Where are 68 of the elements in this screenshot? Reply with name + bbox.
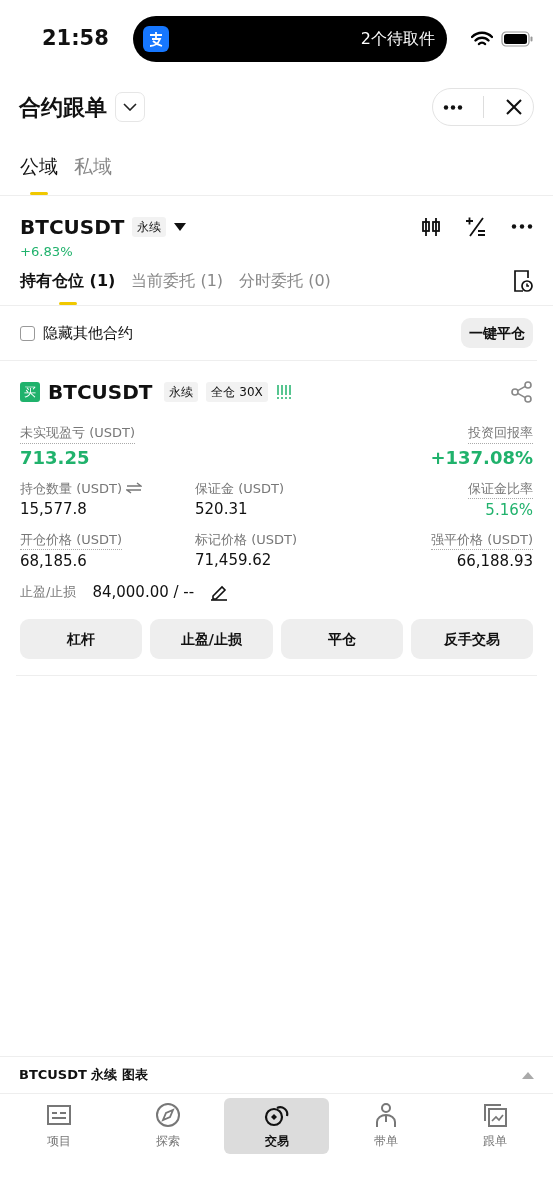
field-label: 持仓数量 (USDT) [20, 479, 122, 498]
field-label: 强平价格 (USDT) [431, 529, 533, 551]
field-value: 15,577.8 [20, 499, 87, 521]
nav-tab[interactable]: 跟单 [442, 1098, 547, 1154]
order-history-icon[interactable] [513, 270, 533, 293]
contract-tag: 永续 [164, 382, 199, 403]
field-label: 未实现盈亏 (USDT) [20, 423, 135, 444]
position-tab[interactable]: 持有仓位 (1) [20, 265, 116, 306]
close-button[interactable] [504, 98, 523, 116]
field-value: 68,185.6 [20, 551, 87, 573]
nav-tab[interactable]: 探索 [115, 1098, 220, 1154]
swap-icon[interactable] [126, 482, 142, 495]
app-glyph-icon [147, 31, 164, 47]
close-icon [504, 98, 523, 116]
symbol-name: BTCUSDT [48, 379, 153, 407]
position-tab[interactable]: 分时委托 (0) [239, 265, 331, 306]
field-label: 投资回报率 [468, 423, 533, 444]
symbol-name: BTCUSDT [20, 213, 125, 241]
action-button[interactable]: 反手交易 [410, 619, 533, 660]
adl-indicator-icon [275, 385, 292, 400]
domain-tab[interactable]: 私域 [74, 144, 112, 195]
field-value: 5.16% [485, 500, 533, 522]
page-title: 合约跟单 [19, 93, 107, 122]
price-change: +6.83% [20, 242, 74, 261]
field-label: 保证金比率 [468, 478, 533, 500]
action-button[interactable]: 杠杆 [20, 619, 143, 660]
list-icon [45, 1102, 72, 1128]
share-icon[interactable] [511, 381, 533, 404]
field-value: 66,188.93 [456, 551, 533, 573]
chart-icon [481, 1102, 508, 1128]
more-button[interactable] [443, 104, 464, 110]
status-time: 21:58 [42, 25, 109, 53]
calculator-icon[interactable] [465, 215, 487, 238]
compass-icon [154, 1102, 181, 1128]
side-badge: 买 [20, 382, 40, 403]
nav-tab[interactable]: 项目 [6, 1098, 111, 1154]
field-value: +137.08% [430, 445, 533, 470]
action-button[interactable]: 止盈/止损 [150, 619, 273, 660]
nav-tab[interactable]: 交易 [224, 1098, 329, 1154]
caret-down-icon[interactable] [174, 222, 187, 231]
field-label: 标记价格 (USDT) [195, 530, 297, 549]
chart-bar[interactable]: BTCUSDT 永续 图表 [0, 1056, 553, 1094]
battery-icon [501, 31, 533, 47]
contract-tag: 永续 [132, 216, 167, 237]
checkbox-label: 隐藏其他合约 [43, 322, 133, 344]
contract-tag: 全仓 30X [206, 382, 268, 403]
position-tab[interactable]: 当前委托 (1) [131, 265, 224, 306]
wifi-icon [471, 31, 493, 47]
more-icon [443, 104, 464, 110]
field-value: 71,459.62 [195, 550, 272, 572]
caret-up-icon [522, 1071, 534, 1079]
island-text: 2个待取件 [360, 28, 435, 50]
candlestick-icon[interactable] [421, 216, 441, 237]
field-value: 84,000.00 / -- [92, 581, 195, 603]
chevron-down-icon [123, 103, 137, 111]
nav-tab[interactable]: 带单 [333, 1098, 438, 1154]
dropdown-button[interactable] [115, 92, 145, 122]
field-label: 开仓价格 (USDT) [20, 529, 122, 551]
more-icon[interactable] [511, 224, 533, 229]
field-label: 保证金 (USDT) [195, 479, 284, 498]
field-label: 止盈/止损 [20, 583, 77, 602]
checkbox[interactable] [20, 325, 35, 341]
domain-tab[interactable]: 公域 [20, 144, 58, 195]
action-button[interactable]: 平仓 [280, 619, 403, 660]
field-value: 713.25 [20, 445, 90, 470]
close-all-button[interactable]: 一键平仓 [461, 318, 533, 349]
chart-bar-label: BTCUSDT 永续 图表 [19, 1066, 148, 1085]
field-value: 520.31 [195, 499, 248, 521]
